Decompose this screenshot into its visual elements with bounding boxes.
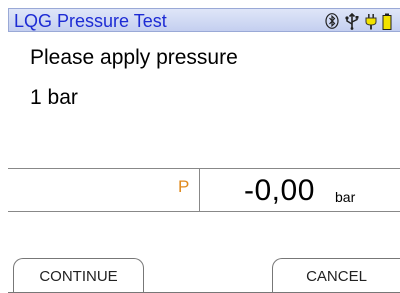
pressure-symbol: P <box>178 177 190 196</box>
bluetooth-icon <box>325 13 339 29</box>
measurement-row: P -0,00 bar <box>8 168 400 212</box>
status-icons <box>325 12 392 30</box>
battery-icon <box>382 13 392 30</box>
usb-icon <box>344 12 360 30</box>
instruction-message: Please apply pressure 1 bar <box>30 42 238 109</box>
plug-icon <box>365 13 377 30</box>
pressure-value: -0,00 <box>244 174 315 207</box>
cancel-button[interactable]: CANCEL <box>272 258 400 293</box>
title-bar: LQG Pressure Test <box>8 8 400 32</box>
measurement-divider <box>199 169 200 211</box>
pressure-target: 1 bar <box>30 86 78 109</box>
screen-title: LQG Pressure Test <box>14 11 167 31</box>
continue-button[interactable]: CONTINUE <box>13 258 144 293</box>
instruction-line: Please apply pressure <box>30 46 238 69</box>
pressure-unit: bar <box>335 189 356 205</box>
device-screen: LQG Pressure Test Please apply pressure … <box>0 0 400 293</box>
